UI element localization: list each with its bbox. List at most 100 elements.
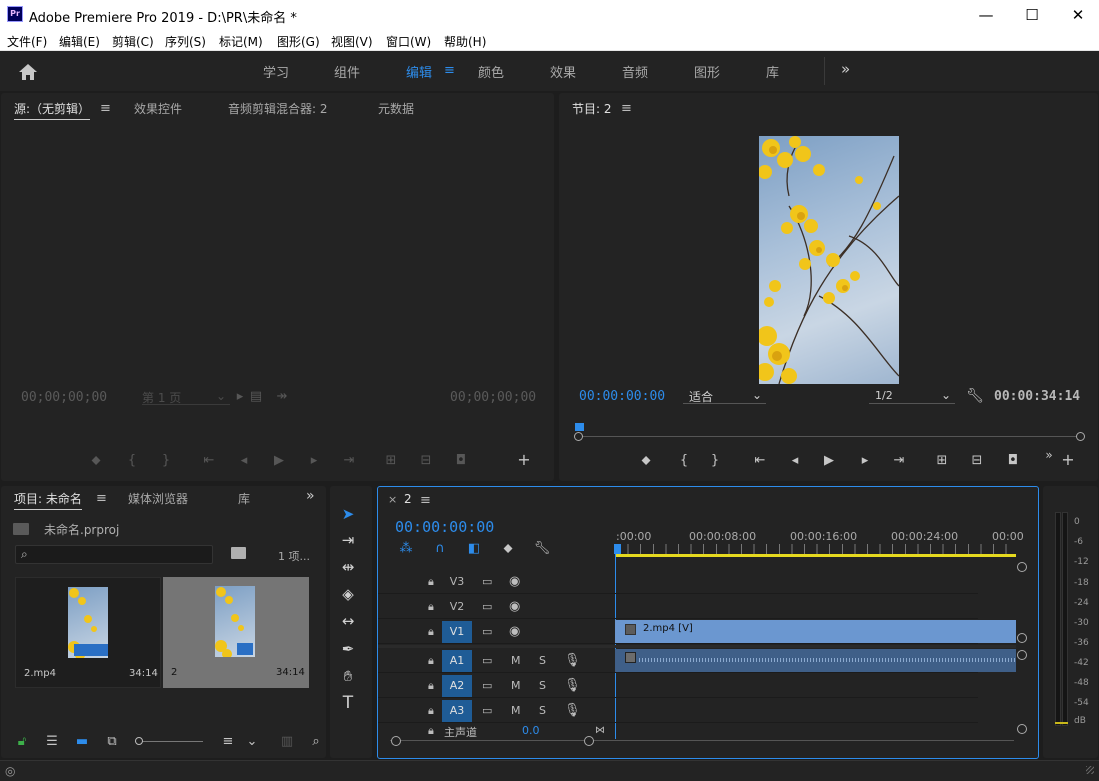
timeline-timecode[interactable]: 00:00:00:00 (395, 518, 494, 536)
microphone-icon[interactable]: 🎙︎ (564, 678, 581, 693)
source-page-select[interactable]: 第 1 页 ⌄ (142, 389, 230, 405)
home-icon[interactable] (18, 63, 38, 81)
add-marker-icon[interactable]: ⬥ (637, 453, 655, 469)
menu-clip[interactable]: 剪辑(C) (112, 33, 154, 50)
type-tool-icon[interactable]: T (335, 692, 361, 714)
timeline-tab-close-icon[interactable]: × (388, 493, 397, 506)
tab-libraries[interactable]: 库 (238, 490, 250, 507)
menu-edit[interactable]: 编辑(E) (59, 33, 100, 50)
eye-icon[interactable]: ◉ (509, 574, 520, 589)
automate-icon[interactable]: ▥ (278, 734, 296, 750)
extract-icon[interactable]: ⊟ (968, 453, 986, 469)
tab-metadata[interactable]: 元数据 (378, 100, 414, 117)
close-button[interactable]: ✕ (1055, 0, 1099, 30)
menu-view[interactable]: 视图(V) (331, 33, 373, 50)
program-panel-menu-icon[interactable]: ≡ (621, 101, 632, 116)
sync-lock-icon[interactable]: ▭ (482, 679, 492, 692)
tab-project[interactable]: 项目: 未命名 (14, 490, 82, 510)
solo-button[interactable]: S (539, 654, 546, 667)
export-frame-icon[interactable]: ◘ (1004, 453, 1022, 469)
playhead-handle[interactable] (575, 423, 584, 431)
sync-lock-icon[interactable]: ▭ (482, 654, 492, 667)
lock-icon[interactable]: 🔒︎ (428, 704, 434, 718)
program-fit-select[interactable]: 适合 ⌄ (683, 388, 766, 404)
eye-icon[interactable]: ◉ (509, 599, 520, 614)
video-clip[interactable]: 2.mp4 [V] (615, 620, 1016, 643)
mute-button[interactable]: M (511, 679, 521, 692)
program-scrubber-track[interactable] (577, 436, 1082, 437)
workspace-menu-icon[interactable]: ≡ (444, 63, 455, 78)
mark-out-icon[interactable]: } (706, 453, 724, 469)
mark-in-icon[interactable]: { (675, 453, 693, 469)
microphone-icon[interactable]: 🎙︎ (564, 653, 581, 668)
more-workspaces-icon[interactable]: » (841, 60, 850, 78)
workspace-learning[interactable]: 学习 (263, 62, 289, 81)
freeform-view-icon[interactable]: ⧉ (103, 734, 121, 750)
scroll-handle-right[interactable] (584, 736, 594, 746)
list-view-icon[interactable]: ☰ (43, 734, 61, 750)
razor-tool-icon[interactable]: ◈ (335, 583, 361, 605)
tab-effect-controls[interactable]: 效果控件 (134, 100, 182, 117)
track-label[interactable]: V1 (442, 621, 472, 643)
track-label[interactable]: A3 (442, 700, 472, 722)
scroll-handle[interactable] (1017, 724, 1027, 734)
project-item-clip[interactable]: 2.mp4 34:14 (15, 577, 161, 688)
find-icon[interactable]: ⌕ (307, 734, 325, 750)
step-back-icon[interactable]: ◂ (786, 453, 804, 469)
mark-out-icon[interactable]: } (157, 453, 175, 469)
zoom-handle-right[interactable] (1076, 432, 1085, 441)
scroll-handle[interactable] (1017, 562, 1027, 572)
tab-program[interactable]: 节目: 2 (572, 100, 612, 117)
time-ruler-ticks[interactable] (615, 544, 1016, 554)
eye-icon[interactable]: ◉ (509, 624, 520, 639)
go-to-out-icon[interactable]: ⇥ (340, 453, 358, 469)
zoom-handle-left[interactable] (574, 432, 583, 441)
sort-icon[interactable]: ≡ (219, 734, 237, 750)
workspace-audio[interactable]: 音频 (622, 62, 648, 81)
export-frame-icon[interactable]: ◘ (452, 453, 470, 469)
workspace-color[interactable]: 颜色 (478, 62, 504, 81)
go-to-out-icon[interactable]: ⇥ (890, 453, 908, 469)
project-search-input[interactable]: ⌕ (15, 545, 213, 564)
video-audio-divider[interactable] (378, 645, 1016, 648)
source-timecode-current[interactable]: 00;00;00;00 (21, 390, 107, 405)
zoom-to-sequence-icon[interactable]: ⋈ (595, 725, 605, 736)
lock-icon[interactable]: 🔒︎ (428, 654, 434, 668)
solo-button[interactable]: S (539, 704, 546, 717)
thumbnail-size-slider[interactable] (135, 741, 203, 742)
icon-view-icon[interactable]: ▬ (73, 734, 91, 750)
add-button-icon[interactable]: + (515, 452, 533, 468)
track-label[interactable]: V2 (442, 596, 472, 618)
workspace-effects[interactable]: 效果 (550, 62, 576, 81)
step-forward-icon[interactable]: ▸ (305, 453, 323, 469)
timeline-panel-menu-icon[interactable]: ≡ (420, 493, 431, 508)
mute-button[interactable]: M (511, 654, 521, 667)
tab-sequence[interactable]: 2 (404, 492, 412, 506)
microphone-icon[interactable]: 🎙︎ (564, 703, 581, 718)
step-forward-icon[interactable]: ▸ (856, 453, 874, 469)
sync-lock-icon[interactable]: ▭ (482, 625, 492, 638)
chevron-down-icon[interactable]: ⌄ (243, 734, 261, 750)
mark-in-icon[interactable]: { (123, 453, 141, 469)
project-panel-menu-icon[interactable]: ≡ (96, 491, 107, 506)
more-panels-icon[interactable]: » (306, 488, 315, 504)
menu-marker[interactable]: 标记(M) (219, 33, 263, 50)
insert-icon[interactable]: ⊞ (382, 453, 400, 469)
lock-icon[interactable]: 🔓︎ (13, 734, 31, 750)
menu-window[interactable]: 窗口(W) (386, 33, 431, 50)
ripple-edit-tool-icon[interactable]: ⇹ (335, 556, 361, 578)
program-resolution-select[interactable]: 1/2 ⌄ (869, 388, 955, 404)
snap-magnet-icon[interactable]: ∩ (431, 541, 449, 557)
new-bin-search-icon[interactable] (231, 547, 246, 559)
more-controls-icon[interactable]: » (1040, 447, 1058, 463)
play-icon[interactable]: ▶ (820, 453, 838, 469)
workspace-editing[interactable]: 编辑 (406, 62, 432, 81)
slip-tool-icon[interactable]: ↔ (335, 610, 361, 632)
overwrite-icon[interactable]: ⊟ (417, 453, 435, 469)
program-timecode-current[interactable]: 00:00:00:00 (579, 389, 665, 404)
program-video-frame[interactable] (759, 136, 899, 384)
scroll-handle[interactable] (1017, 650, 1027, 660)
solo-button[interactable]: S (539, 679, 546, 692)
tab-audio-clip-mixer[interactable]: 音频剪辑混合器: 2 (228, 100, 328, 117)
audio-clip[interactable] (615, 649, 1016, 672)
